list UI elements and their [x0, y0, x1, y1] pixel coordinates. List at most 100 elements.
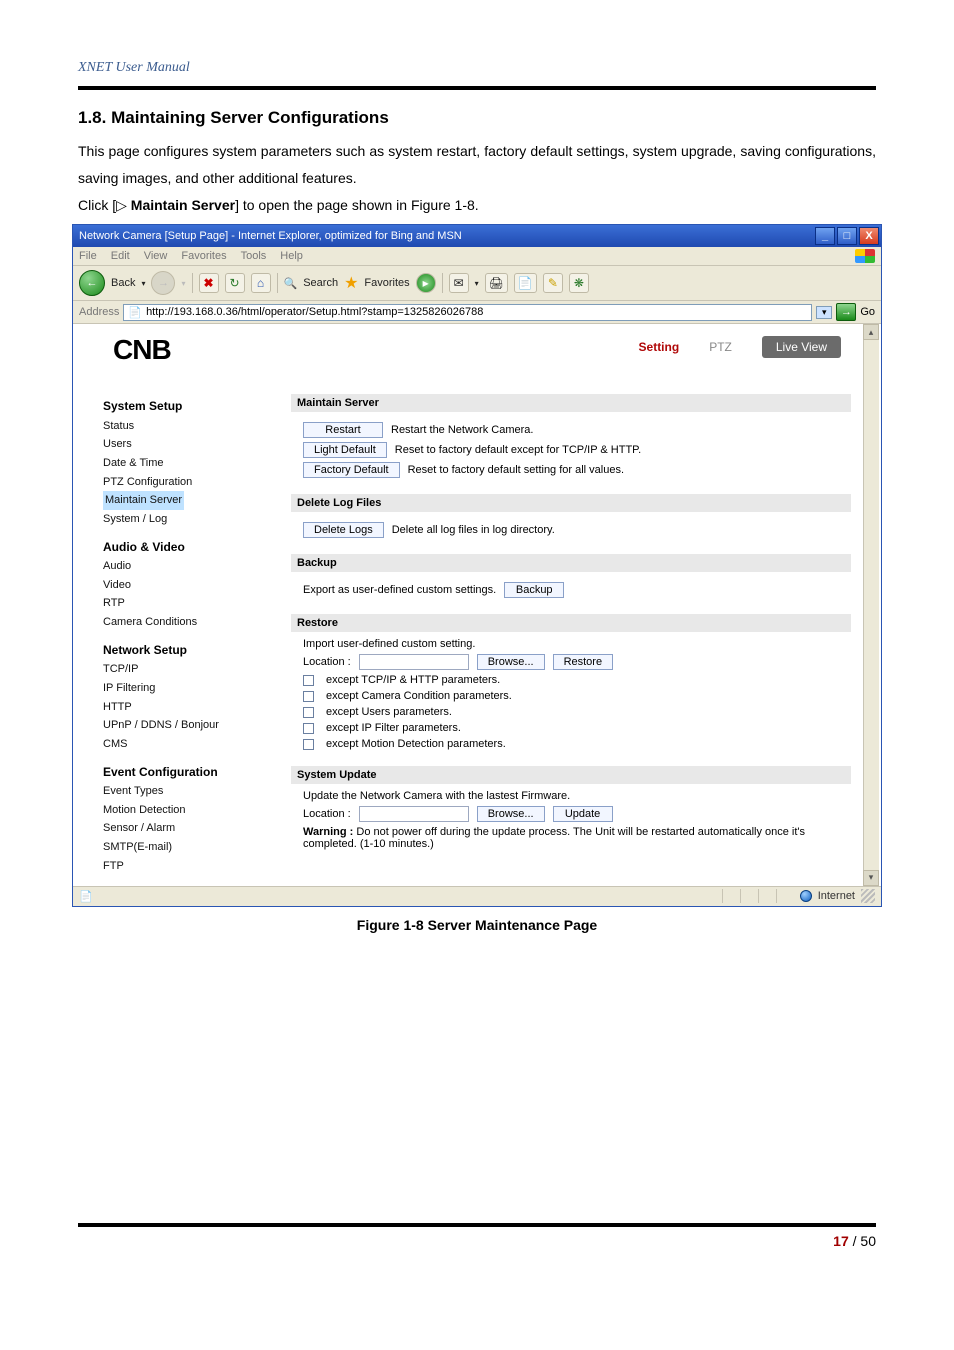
click-suffix: ] to open the page shown in Figure 1-8. [235, 197, 479, 213]
sb-item-syslog[interactable]: System / Log [103, 510, 273, 529]
sb-item-audio[interactable]: Audio [103, 557, 273, 576]
sb-item-maintain-server[interactable]: Maintain Server [103, 491, 184, 510]
delete-logs-button[interactable]: Delete Logs [303, 522, 384, 538]
go-label: Go [860, 306, 875, 318]
internet-zone-icon [800, 890, 812, 902]
sb-item-video[interactable]: Video [103, 576, 273, 595]
address-dropdown-icon[interactable]: ▾ [816, 306, 832, 319]
tab-setting[interactable]: Setting [639, 340, 680, 354]
page-number: 17 / 50 [78, 1233, 876, 1249]
chk-tcpip[interactable] [303, 675, 314, 686]
home-icon[interactable]: ⌂ [251, 273, 271, 293]
sb-g4-head: Event Configuration [103, 762, 273, 782]
sb-g1-head: System Setup [103, 396, 273, 416]
go-button[interactable]: → [836, 303, 856, 321]
refresh-icon[interactable]: ↻ [225, 273, 245, 293]
sb-item-ftp[interactable]: FTP [103, 857, 273, 876]
chk-ipfilter[interactable] [303, 723, 314, 734]
brand-logo: CNB [113, 334, 171, 366]
backup-button[interactable]: Backup [504, 582, 564, 598]
light-default-button[interactable]: Light Default [303, 442, 387, 458]
chk-motion-label: except Motion Detection parameters. [326, 738, 506, 750]
scroll-up-icon[interactable]: ▴ [863, 324, 879, 340]
maximize-button[interactable]: □ [837, 227, 857, 245]
favorites-label[interactable]: Favorites [364, 277, 409, 289]
address-input[interactable]: 📄 http://193.168.0.36/html/operator/Setu… [123, 304, 812, 321]
menu-view[interactable]: View [144, 250, 168, 262]
maintain-head: Maintain Server [291, 394, 851, 412]
restore-path-input[interactable] [359, 654, 469, 670]
menu-favorites[interactable]: Favorites [181, 250, 226, 262]
internet-zone-label: Internet [818, 890, 855, 902]
update-button[interactable]: Update [553, 806, 613, 822]
restore-button[interactable]: Restore [553, 654, 614, 670]
search-icon[interactable]: 🔍 [284, 277, 298, 290]
stop-icon[interactable]: ✖ [199, 273, 219, 293]
menu-edit[interactable]: Edit [111, 250, 130, 262]
chk-camera[interactable] [303, 691, 314, 702]
sb-item-tcpip[interactable]: TCP/IP [103, 660, 273, 679]
sb-item-eventtypes[interactable]: Event Types [103, 782, 273, 801]
print-icon[interactable]: 🖨 [485, 273, 508, 293]
sb-g3-head: Network Setup [103, 640, 273, 660]
favorites-star-icon[interactable]: ★ [344, 273, 358, 293]
menu-tools[interactable]: Tools [241, 250, 267, 262]
backup-head: Backup [291, 554, 851, 572]
media-icon[interactable]: ▸ [416, 273, 436, 293]
status-page-icon: 📄 [79, 890, 93, 903]
page-icon: 📄 [128, 306, 142, 319]
mail-icon[interactable]: ✉ [449, 273, 469, 293]
sb-item-sensor[interactable]: Sensor / Alarm [103, 819, 273, 838]
sb-item-smtp[interactable]: SMTP(E-mail) [103, 838, 273, 857]
minimize-button[interactable]: _ [815, 227, 835, 245]
sb-item-http[interactable]: HTTP [103, 698, 273, 717]
sb-item-ipfiltering[interactable]: IP Filtering [103, 679, 273, 698]
sb-item-status[interactable]: Status [103, 417, 273, 436]
page-content: ▴ ▾ CNB Setting PTZ Live View System Set… [73, 324, 881, 885]
edit-icon[interactable]: 📄 [514, 273, 537, 293]
scroll-down-icon[interactable]: ▾ [863, 870, 879, 886]
discuss-icon[interactable]: ✎ [543, 273, 563, 293]
sb-item-ptzconfig[interactable]: PTZ Configuration [103, 473, 273, 492]
sb-item-rtp[interactable]: RTP [103, 594, 273, 613]
chk-motion[interactable] [303, 739, 314, 750]
update-browse-button[interactable]: Browse... [477, 806, 545, 822]
restore-browse-button[interactable]: Browse... [477, 654, 545, 670]
intro-paragraph: This page configures system parameters s… [78, 138, 876, 191]
back-dropdown-icon[interactable]: ▾ [141, 279, 145, 288]
messenger-icon[interactable]: ❋ [569, 273, 589, 293]
section-title: 1.8. Maintaining Server Configurations [78, 108, 876, 128]
ie-flag-icon [855, 249, 875, 263]
update-path-input[interactable] [359, 806, 469, 822]
factory-default-button[interactable]: Factory Default [303, 462, 400, 478]
scrollbar[interactable]: ▴ ▾ [863, 324, 879, 885]
factory-default-text: Reset to factory default setting for all… [408, 464, 624, 476]
browser-window: Network Camera [Setup Page] - Internet E… [72, 224, 882, 906]
close-button[interactable]: X [859, 227, 879, 245]
main-panel: Maintain Server RestartRestart the Netwo… [291, 388, 861, 875]
click-prefix: Click [ [78, 197, 116, 213]
page-current: 17 [833, 1233, 849, 1249]
forward-button[interactable]: → [151, 271, 175, 295]
tab-ptz[interactable]: PTZ [709, 340, 732, 354]
triangle-icon: ▷ [116, 197, 127, 213]
sb-g2-head: Audio & Video [103, 537, 273, 557]
sb-item-motion[interactable]: Motion Detection [103, 801, 273, 820]
menu-file[interactable]: File [79, 250, 97, 262]
resize-grip-icon[interactable] [861, 889, 875, 903]
address-bar: Address 📄 http://193.168.0.36/html/opera… [73, 301, 881, 324]
sb-item-datetime[interactable]: Date & Time [103, 454, 273, 473]
mail-dropdown-icon[interactable]: ▾ [475, 279, 479, 288]
search-label[interactable]: Search [303, 277, 338, 289]
sb-item-users[interactable]: Users [103, 435, 273, 454]
sb-item-camera-conditions[interactable]: Camera Conditions [103, 613, 273, 632]
menu-help[interactable]: Help [280, 250, 303, 262]
tab-live-view[interactable]: Live View [762, 336, 841, 358]
page-sep: / [849, 1233, 861, 1249]
back-button[interactable]: ← [79, 270, 105, 296]
sb-item-upnp[interactable]: UPnP / DDNS / Bonjour [103, 716, 273, 735]
restart-button[interactable]: Restart [303, 422, 383, 438]
address-url: http://193.168.0.36/html/operator/Setup.… [146, 306, 483, 318]
sb-item-cms[interactable]: CMS [103, 735, 273, 754]
chk-users[interactable] [303, 707, 314, 718]
